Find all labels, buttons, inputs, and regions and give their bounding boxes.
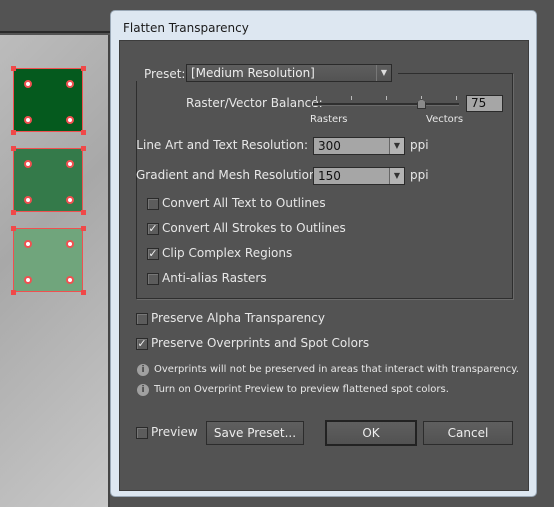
save-preset-button[interactable]: Save Preset... [206,421,304,445]
anchor-point[interactable] [66,240,74,248]
balance-slider[interactable] [313,96,461,116]
selection-handle[interactable] [11,130,16,135]
checkbox[interactable] [147,273,159,285]
dialog-title: Flatten Transparency [123,21,249,35]
option-label: Convert All Strokes to Outlines [162,221,346,235]
line-art-resolution-dropdown[interactable]: 300 ▼ [313,137,405,155]
anchor-point[interactable] [24,276,32,284]
anchor-point[interactable] [24,80,32,88]
flatten-transparency-dialog: Flatten Transparency Preset: [Medium Res… [110,10,537,497]
option-label: Preserve Overprints and Spot Colors [151,336,370,350]
ok-button[interactable]: OK [325,420,417,446]
anchor-point[interactable] [66,116,74,124]
selection-handle[interactable] [81,210,86,215]
anchor-point[interactable] [66,160,74,168]
preview-label: Preview [151,425,198,439]
chevron-down-icon: ▼ [376,65,391,81]
app-toolbar [0,0,112,33]
info-note: Overprints will not be preserved in area… [154,364,519,375]
artwork-rectangle-medium[interactable] [11,146,86,215]
selection-handle[interactable] [81,146,86,151]
line-art-label: Line Art and Text Resolution: [136,138,308,152]
selection-handle[interactable] [11,226,16,231]
checkbox[interactable] [136,313,148,325]
selection-handle[interactable] [11,146,16,151]
chevron-down-icon: ▼ [389,138,404,154]
info-icon: i [137,384,149,396]
checkbox[interactable] [136,427,148,439]
dialog-content: Preset: [Medium Resolution] ▼ Raster/Vec… [119,40,529,491]
rasters-label: Rasters [310,114,348,125]
vectors-label: Vectors [426,114,464,125]
chevron-down-icon: ▼ [389,168,404,184]
artboard-canvas [0,35,110,507]
checkbox-checked[interactable]: ✓ [147,223,159,235]
selection-handle[interactable] [11,290,16,295]
option-label: Preserve Alpha Transparency [151,311,325,325]
slider-track [313,103,459,106]
gradient-value: 150 [318,169,341,183]
preset-dropdown[interactable]: [Medium Resolution] ▼ [186,64,392,82]
selection-handle[interactable] [81,290,86,295]
selection-handle[interactable] [11,66,16,71]
anchor-point[interactable] [24,196,32,204]
checkbox-checked[interactable]: ✓ [136,338,148,350]
artwork-rectangle-light[interactable] [11,226,86,295]
checkbox[interactable] [147,198,159,210]
slider-thumb[interactable] [417,99,426,109]
anchor-point[interactable] [24,160,32,168]
selection-handle[interactable] [11,210,16,215]
info-note: Turn on Overprint Preview to preview fla… [154,384,449,395]
anchor-point[interactable] [66,276,74,284]
balance-input[interactable]: 75 [466,95,503,112]
gradient-unit: ppi [410,168,429,182]
anchor-point[interactable] [66,80,74,88]
selection-handle[interactable] [81,226,86,231]
option-label: Clip Complex Regions [162,246,293,260]
cancel-button[interactable]: Cancel [423,421,513,445]
gradient-resolution-dropdown[interactable]: 150 ▼ [313,167,405,185]
preset-label: Preset: [136,67,190,81]
gradient-label: Gradient and Mesh Resolution: [136,168,321,182]
selection-handle[interactable] [81,130,86,135]
line-art-unit: ppi [410,138,429,152]
option-label: Anti-alias Rasters [162,271,267,285]
balance-label: Raster/Vector Balance: [186,96,323,110]
anchor-point[interactable] [66,196,74,204]
anchor-point[interactable] [24,116,32,124]
line-art-value: 300 [318,139,341,153]
anchor-point[interactable] [24,240,32,248]
selection-handle[interactable] [81,66,86,71]
option-label: Convert All Text to Outlines [162,196,326,210]
artwork-rectangle-dark[interactable] [11,66,86,135]
checkbox-checked[interactable]: ✓ [147,248,159,260]
preset-value: [Medium Resolution] [191,66,315,80]
info-icon: i [137,364,149,376]
